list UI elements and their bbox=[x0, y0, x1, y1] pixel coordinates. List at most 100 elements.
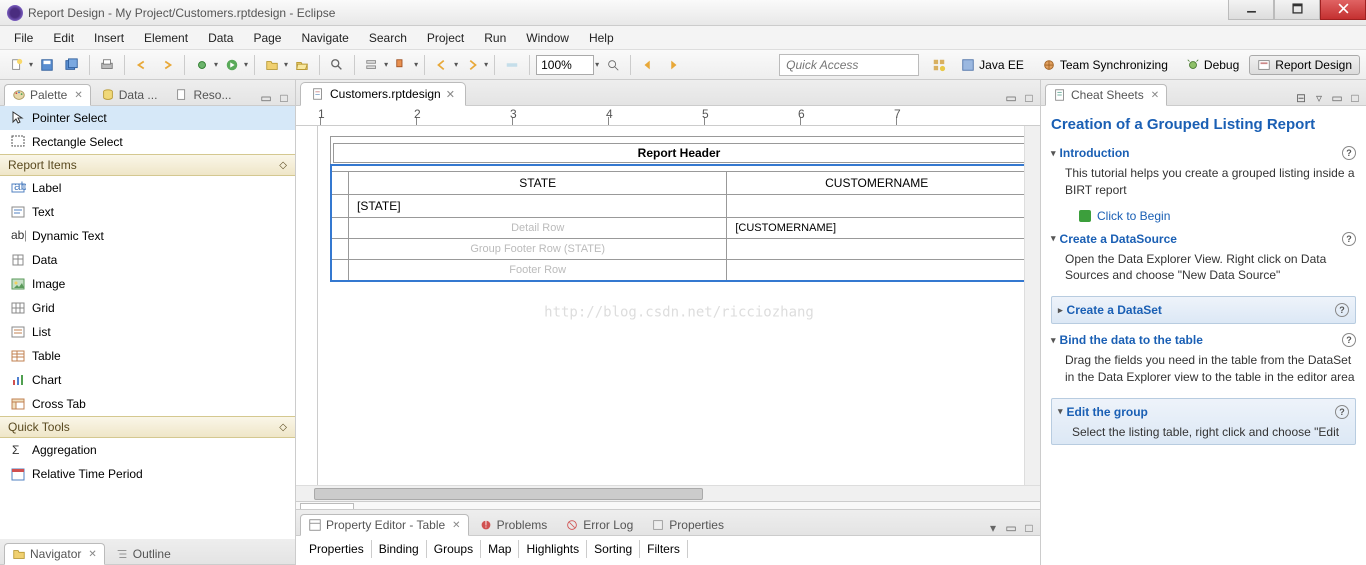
save-icon[interactable] bbox=[36, 54, 58, 76]
menu-help[interactable]: Help bbox=[579, 28, 624, 48]
menu-file[interactable]: File bbox=[4, 28, 43, 48]
minimize-view-icon[interactable]: ▭ bbox=[1330, 91, 1344, 105]
maximize-button[interactable] bbox=[1274, 0, 1320, 20]
perspective-java-ee[interactable]: Java EE bbox=[953, 55, 1032, 75]
vertical-scrollbar[interactable] bbox=[1024, 126, 1040, 485]
report-table[interactable]: STATE CUSTOMERNAME [STATE] Detail Row[CU… bbox=[331, 165, 1027, 281]
debug-icon[interactable] bbox=[191, 54, 213, 76]
palette-item-list[interactable]: List bbox=[0, 320, 295, 344]
prop-tab-properties[interactable]: Properties bbox=[302, 540, 372, 558]
palette-item-text[interactable]: Text bbox=[0, 200, 295, 224]
perspective-debug[interactable]: Debug bbox=[1178, 55, 1247, 75]
pointer-select-tool[interactable]: Pointer Select bbox=[0, 106, 295, 130]
menu-insert[interactable]: Insert bbox=[84, 28, 134, 48]
forward-icon[interactable] bbox=[461, 54, 483, 76]
nav-fwd-icon[interactable] bbox=[662, 54, 684, 76]
editor-tab-master-page[interactable]: Master Page bbox=[354, 503, 440, 510]
prop-tab-filters[interactable]: Filters bbox=[640, 540, 688, 558]
nav-back-icon[interactable] bbox=[637, 54, 659, 76]
prop-tab-highlights[interactable]: Highlights bbox=[519, 540, 587, 558]
open-perspective-icon[interactable] bbox=[928, 54, 950, 76]
palette-group-report-items[interactable]: Report Items◇ bbox=[0, 154, 295, 176]
tab-property-editor[interactable]: Property Editor - Table✕ bbox=[300, 514, 469, 536]
open-folder-icon[interactable] bbox=[291, 54, 313, 76]
paint-icon[interactable] bbox=[391, 54, 413, 76]
section-create-datasource[interactable]: Create a DataSource? bbox=[1051, 229, 1356, 249]
palette-item-data[interactable]: Data bbox=[0, 248, 295, 272]
perspective-team-synchronizing[interactable]: Team Synchronizing bbox=[1034, 55, 1176, 75]
menu-search[interactable]: Search bbox=[359, 28, 417, 48]
toggle-breadcrumb-icon[interactable] bbox=[361, 54, 383, 76]
view-menu-icon[interactable]: ▿ bbox=[1312, 91, 1326, 105]
minimize-view-icon[interactable]: ▭ bbox=[1004, 521, 1018, 535]
editor-tab-script[interactable]: Script bbox=[440, 503, 489, 510]
prop-tab-map[interactable]: Map bbox=[481, 540, 519, 558]
perspective-report-design[interactable]: Report Design bbox=[1249, 55, 1360, 75]
palette-group-quick-tools[interactable]: Quick Tools◇ bbox=[0, 416, 295, 438]
tab-resource[interactable]: Reso... bbox=[167, 84, 239, 105]
editor-tab-xml-source[interactable]: XML Source bbox=[489, 503, 573, 510]
horizontal-scrollbar[interactable] bbox=[296, 485, 1040, 501]
tab-cheat-sheets[interactable]: Cheat Sheets✕ bbox=[1045, 84, 1167, 106]
menu-run[interactable]: Run bbox=[474, 28, 516, 48]
tab-palette[interactable]: Palette✕ bbox=[4, 84, 91, 106]
palette-item-image[interactable]: Image bbox=[0, 272, 295, 296]
minimize-editor-icon[interactable]: ▭ bbox=[1004, 91, 1018, 105]
print-icon[interactable] bbox=[96, 54, 118, 76]
section-introduction[interactable]: Introduction? bbox=[1051, 143, 1356, 163]
rectangle-select-tool[interactable]: Rectangle Select bbox=[0, 130, 295, 154]
customer-binding[interactable]: [CUSTOMERNAME] bbox=[727, 218, 1027, 239]
view-menu-icon[interactable]: ▾ bbox=[986, 521, 1000, 535]
toggle-ruler-icon[interactable] bbox=[501, 54, 523, 76]
editor-tab-layout[interactable]: Layout bbox=[300, 503, 354, 510]
menu-window[interactable]: Window bbox=[516, 28, 579, 48]
report-header-row[interactable]: Report Header bbox=[333, 143, 1025, 163]
menu-element[interactable]: Element bbox=[134, 28, 198, 48]
tab-problems[interactable]: !Problems bbox=[471, 514, 556, 535]
run-icon[interactable] bbox=[221, 54, 243, 76]
prop-tab-binding[interactable]: Binding bbox=[372, 540, 427, 558]
minimize-view-icon[interactable]: ▭ bbox=[259, 91, 273, 105]
zoom-dropdown-icon[interactable]: ▾ bbox=[595, 60, 599, 69]
menu-data[interactable]: Data bbox=[198, 28, 243, 48]
palette-item-table[interactable]: Table bbox=[0, 344, 295, 368]
menu-project[interactable]: Project bbox=[417, 28, 474, 48]
palette-item-cross-tab[interactable]: Cross Tab bbox=[0, 392, 295, 416]
new-folder-icon[interactable] bbox=[261, 54, 283, 76]
detail-row[interactable]: Detail Row[CUSTOMERNAME] bbox=[332, 218, 1027, 239]
save-all-icon[interactable] bbox=[61, 54, 83, 76]
tab-outline[interactable]: Outline bbox=[107, 543, 179, 564]
section-edit-group[interactable]: Edit the group? bbox=[1058, 402, 1349, 422]
close-button[interactable] bbox=[1320, 0, 1366, 20]
state-binding[interactable]: [STATE] bbox=[349, 195, 727, 218]
menu-page[interactable]: Page bbox=[243, 28, 291, 48]
undo-icon[interactable] bbox=[131, 54, 153, 76]
palette-item-dynamic-text[interactable]: ab|Dynamic Text bbox=[0, 224, 295, 248]
zoom-input[interactable] bbox=[536, 55, 594, 75]
collapse-all-icon[interactable]: ⊟ bbox=[1294, 91, 1308, 105]
palette-item-label[interactable]: abLabel bbox=[0, 176, 295, 200]
palette-item-relative-time-period[interactable]: Relative Time Period bbox=[0, 462, 295, 486]
footer-row[interactable]: Footer Row bbox=[332, 260, 1027, 281]
zoom-fit-icon[interactable] bbox=[602, 54, 624, 76]
col-customer-header[interactable]: CUSTOMERNAME bbox=[727, 172, 1027, 195]
help-icon[interactable]: ? bbox=[1335, 405, 1349, 419]
menu-edit[interactable]: Edit bbox=[43, 28, 84, 48]
maximize-view-icon[interactable]: □ bbox=[1022, 521, 1036, 535]
maximize-view-icon[interactable]: □ bbox=[1348, 91, 1362, 105]
close-tab-icon[interactable]: ✕ bbox=[446, 88, 455, 101]
report-editor[interactable]: 1234567 Report Header STATE CUSTOMERNAME bbox=[296, 106, 1040, 509]
maximize-editor-icon[interactable]: □ bbox=[1022, 91, 1036, 105]
palette-item-chart[interactable]: Chart bbox=[0, 368, 295, 392]
close-icon[interactable]: ✕ bbox=[74, 90, 82, 101]
palette-item-grid[interactable]: Grid bbox=[0, 296, 295, 320]
minimize-button[interactable] bbox=[1228, 0, 1274, 20]
tab-errorlog[interactable]: Error Log bbox=[557, 514, 641, 535]
prop-tab-sorting[interactable]: Sorting bbox=[587, 540, 640, 558]
redo-icon[interactable] bbox=[156, 54, 178, 76]
section-create-dataset[interactable]: Create a DataSet? bbox=[1058, 300, 1349, 320]
group-header-row[interactable]: [STATE] bbox=[332, 195, 1027, 218]
tab-data[interactable]: Data ... bbox=[93, 84, 166, 105]
table-header-row[interactable]: STATE CUSTOMERNAME bbox=[332, 172, 1027, 195]
search-icon[interactable] bbox=[326, 54, 348, 76]
